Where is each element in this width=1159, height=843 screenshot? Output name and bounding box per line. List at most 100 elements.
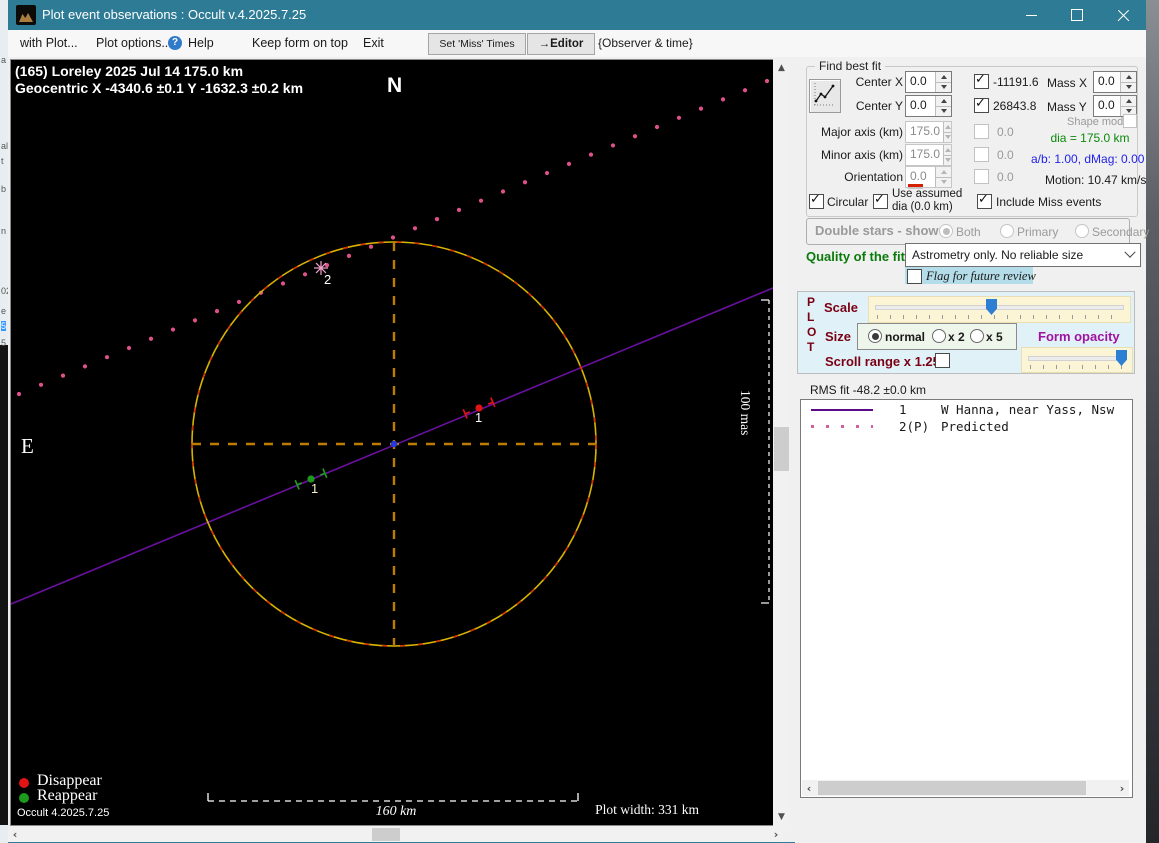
double-primary-label: Primary (1017, 225, 1059, 239)
observation-name: Predicted (941, 419, 1009, 434)
spinner-down-button[interactable] (936, 81, 951, 92)
close-icon (1117, 9, 1130, 22)
minimize-button[interactable] (1008, 0, 1054, 30)
observation-list[interactable]: 1 W Hanna, near Yass, Nsw 2(P) Predicted ‹ … (800, 399, 1133, 798)
menu-keep-on-top[interactable]: Keep form on top (252, 36, 348, 50)
fit-x-checkbox[interactable] (974, 72, 989, 89)
maximize-button[interactable] (1054, 0, 1100, 30)
center-y-spinner[interactable]: 0.0 (905, 95, 952, 117)
list-scroll-right-arrow[interactable]: › (1115, 780, 1129, 796)
include-miss-checkbox[interactable] (977, 192, 992, 209)
list-scroll-thumb[interactable] (818, 781, 1086, 795)
minor-axis-value: 175.0 (910, 147, 941, 161)
double-stars-group: Double stars - show Both Primary Seconda… (806, 218, 1149, 245)
track-dot (456, 207, 462, 212)
scale-bar-label: 160 km (375, 804, 417, 819)
dia-text: dia = 175.0 km (1050, 131, 1130, 145)
spinner-up-button[interactable] (936, 72, 951, 82)
size-radio-group: normal x 2 x 5 (857, 323, 1017, 350)
double-both-radio (939, 224, 953, 238)
mass-x-spinner[interactable]: 0.0 (1093, 71, 1137, 93)
major-axis-value: 175.0 (910, 124, 941, 138)
run-fit-button[interactable] (809, 79, 841, 113)
observation-id: 2(P) (899, 419, 930, 434)
track-dot (500, 189, 506, 194)
size-normal-radio[interactable] (868, 329, 882, 343)
track-dot (82, 364, 88, 369)
plot-letter-t: T (807, 340, 815, 354)
menu-with-plot[interactable]: with Plot... (20, 36, 78, 50)
background-text-fragment: al (1, 141, 8, 151)
legend-disappear-dot (19, 778, 29, 788)
track-dot (720, 97, 726, 102)
quality-value: Astrometry only. No reliable size (912, 248, 1084, 262)
track-dot (742, 88, 748, 93)
background-dark-area (0, 345, 8, 825)
plot-title-line1: (165) Loreley 2025 Jul 14 175.0 km (15, 63, 244, 79)
plot-width-label: Plot width: 331 km (595, 802, 699, 817)
east-label: E (21, 434, 34, 458)
flag-review-checkbox[interactable] (907, 269, 922, 284)
double-secondary-label: Secondary (1092, 225, 1150, 239)
plot-version-label: Occult 4.2025.7.25 (17, 807, 110, 819)
scroll-right-arrow[interactable]: › (769, 827, 783, 842)
form-opacity-slider-thumb[interactable] (1116, 350, 1127, 366)
center-x-spinner[interactable]: 0.0 (905, 71, 952, 93)
motion-text: Motion: 10.47 km/s (1045, 173, 1147, 187)
form-opacity-slider[interactable] (1021, 347, 1133, 373)
scroll-down-arrow[interactable]: ▼ (773, 812, 790, 822)
plot-vertical-scrollbar[interactable]: ▲ ▼ (773, 59, 790, 826)
menu-plot-options[interactable]: Plot options... (96, 36, 172, 50)
horizontal-scroll-thumb[interactable] (372, 828, 400, 841)
scale-slider-thumb[interactable] (986, 299, 997, 315)
menu-help[interactable]: Help (188, 36, 214, 50)
dropdown-arrow-icon (1124, 246, 1136, 258)
observer-time-label[interactable]: {Observer & time} (598, 36, 693, 50)
set-miss-times-button[interactable]: Set 'Miss' Times (428, 33, 526, 55)
scroll-range-checkbox[interactable] (935, 353, 950, 368)
vertical-scroll-thumb[interactable] (774, 427, 789, 471)
minimize-icon (1025, 14, 1037, 16)
size-x5-radio[interactable] (970, 329, 984, 343)
use-assumed-checkbox[interactable] (873, 192, 888, 209)
fit-y-checkbox[interactable] (974, 96, 989, 113)
minor-unc-value: 0.0 (997, 148, 1014, 162)
track-dot (280, 281, 286, 286)
quality-dropdown[interactable]: Astrometry only. No reliable size (905, 243, 1141, 267)
editor-button[interactable]: →Editor (527, 33, 595, 55)
plot-canvas (11, 78, 773, 802)
find-best-fit-group: Find best fit Center X 0.0 -11191.6 Mass… (806, 59, 1146, 217)
shape-model-checkbox (1123, 114, 1137, 128)
menu-exit[interactable]: Exit (363, 36, 384, 50)
plot-title-line2: Geocentric X -4340.6 ±0.1 Y -1632.3 ±0.2… (15, 80, 304, 96)
observation-row[interactable]: 1 W Hanna, near Yass, Nsw (801, 402, 1132, 417)
circular-checkbox[interactable] (809, 192, 824, 209)
quality-label: Quality of the fit (806, 249, 905, 264)
observation-row[interactable]: 2(P) Predicted (801, 419, 1132, 434)
scroll-up-arrow[interactable]: ▲ (773, 63, 790, 73)
flag-review-row: Flag for future review (905, 267, 1036, 284)
track-dot (192, 318, 198, 323)
plot-horizontal-scrollbar[interactable]: ‹ › (8, 827, 783, 842)
desktop-background-strip (1146, 0, 1159, 843)
spinner-up-button[interactable] (936, 96, 951, 106)
size-x2-radio[interactable] (932, 329, 946, 343)
spinner-down-button[interactable] (1121, 81, 1136, 92)
plot-area[interactable]: (165) Loreley 2025 Jul 14 175.0 km Geoce… (10, 59, 774, 826)
background-text-fragment: t (1, 156, 4, 166)
list-horizontal-scrollbar[interactable]: ‹ › (802, 780, 1129, 796)
plot-letter-l: L (807, 310, 815, 324)
mass-y-label: Mass Y (1047, 100, 1087, 114)
spinner-up-button[interactable] (1121, 96, 1136, 106)
scroll-left-arrow[interactable]: ‹ (8, 827, 22, 842)
green-point-label: 1 (311, 481, 319, 496)
scale-slider[interactable] (868, 296, 1131, 323)
minor-axis-spinner: 175.0 (905, 144, 952, 166)
spinner-down-button[interactable] (936, 105, 951, 116)
spinner-up-button[interactable] (1121, 72, 1136, 82)
window-title: Plot event observations : Occult v.4.202… (42, 7, 307, 22)
list-scroll-left-arrow[interactable]: ‹ (802, 780, 816, 796)
minor-axis-label: Minor axis (km) (820, 148, 903, 162)
occult-window: a al t b n 02 e 5 5 Plot event observations : Oc… (0, 0, 1159, 843)
close-button[interactable] (1100, 0, 1146, 30)
